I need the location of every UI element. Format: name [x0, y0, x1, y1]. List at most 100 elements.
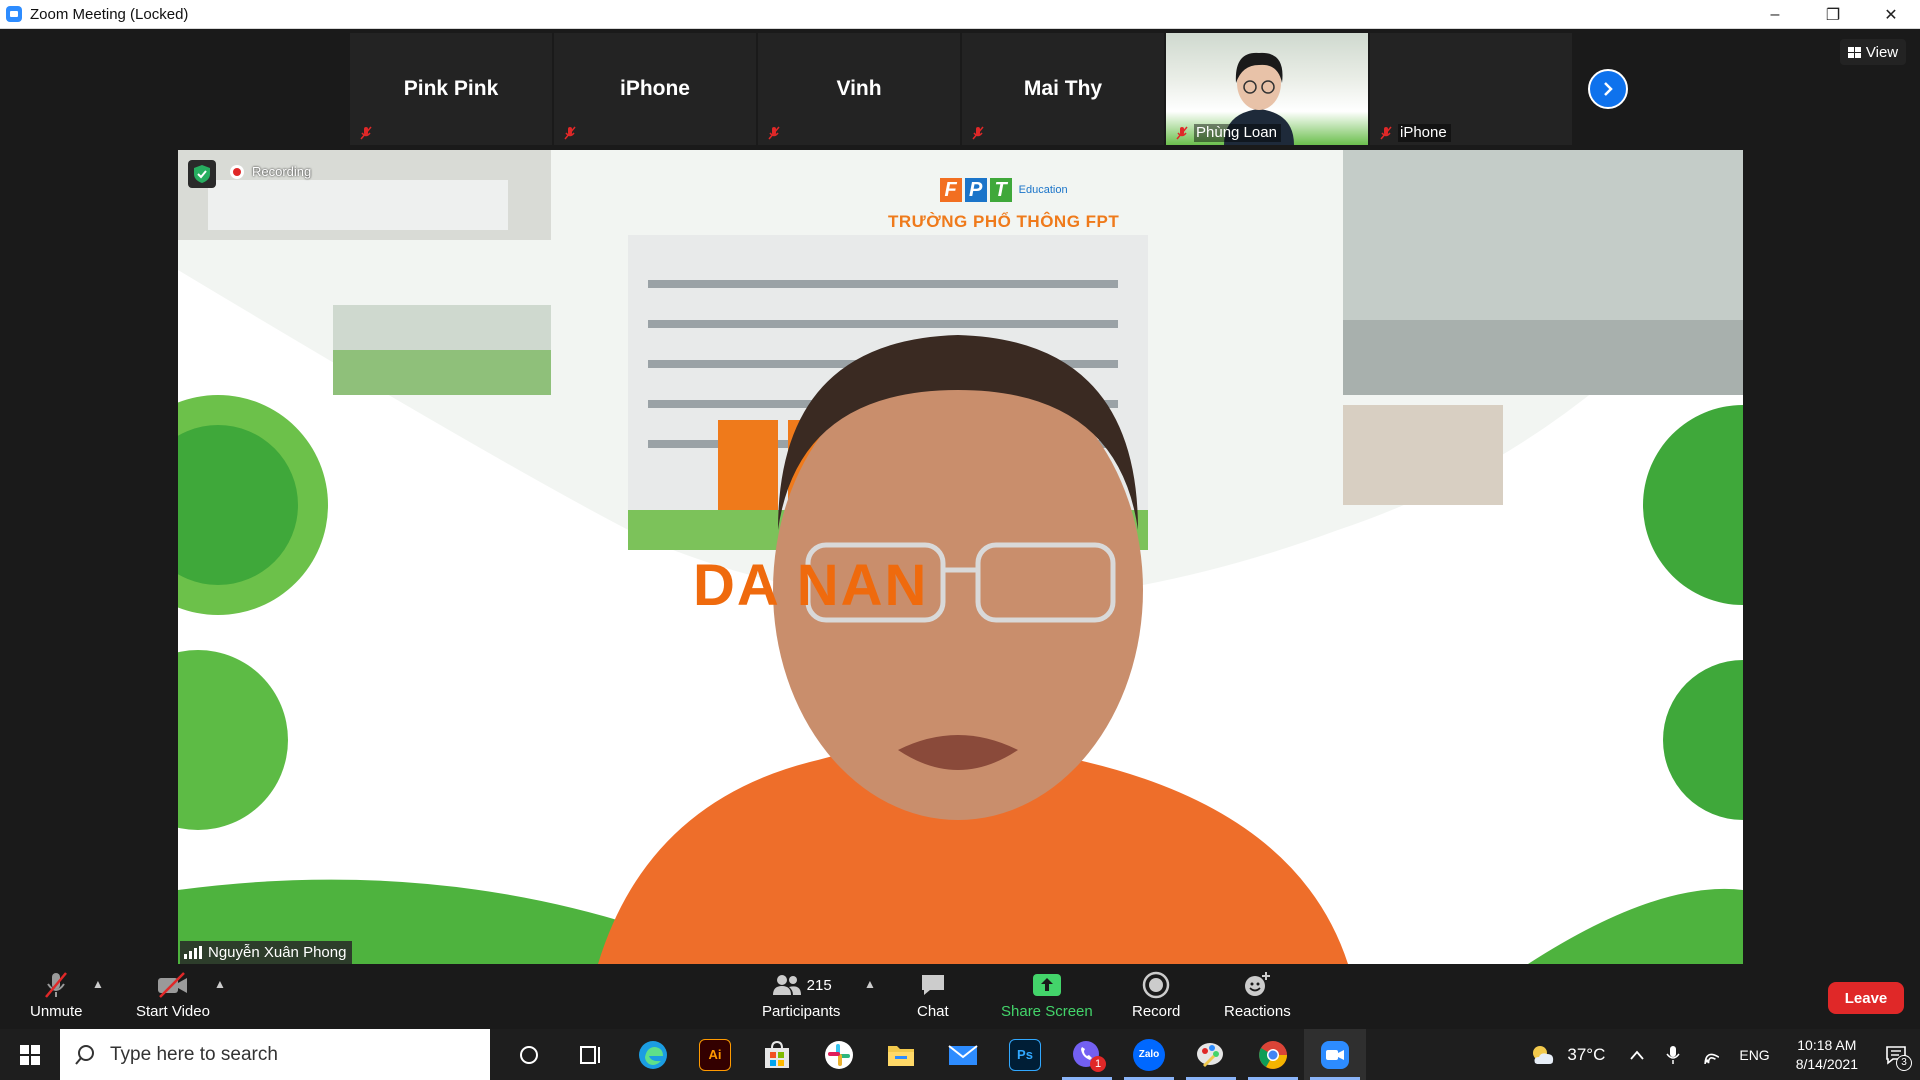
reactions-button[interactable]: Reactions — [1224, 969, 1291, 1020]
taskbar-paint[interactable] — [1180, 1029, 1242, 1080]
mail-icon — [948, 1044, 978, 1065]
notification-count: 3 — [1896, 1054, 1912, 1071]
participant-tile[interactable]: iPhone — [1370, 33, 1572, 145]
tray-overflow-button[interactable] — [1619, 1049, 1655, 1061]
logo-letter: P — [964, 178, 987, 202]
encryption-shield-icon[interactable] — [188, 160, 216, 188]
speaker-name-tag: Nguyễn Xuân Phong — [180, 941, 353, 964]
zoom-app: Zoom Meeting (Locked) – ❐ ✕ Pink Pink iP… — [0, 0, 1920, 1080]
muted-mic-icon — [564, 126, 576, 140]
view-button[interactable]: View — [1840, 39, 1906, 65]
participants-label: Participants — [762, 1003, 841, 1020]
action-center-button[interactable]: 3 — [1872, 1045, 1920, 1071]
wifi-icon — [1704, 1053, 1720, 1064]
close-button[interactable]: ✕ — [1862, 0, 1920, 29]
participant-tile[interactable]: Mai Thy — [962, 33, 1164, 145]
taskbar-search-input[interactable]: Type here to search — [60, 1029, 490, 1080]
share-screen-button[interactable]: Share Screen — [1001, 969, 1093, 1020]
participant-video-tile[interactable]: Phùng Loan — [1166, 33, 1368, 145]
reactions-label: Reactions — [1224, 1003, 1291, 1020]
windows-taskbar: Type here to search Ai Ps 1 Zalo 37°C EN… — [0, 1029, 1920, 1080]
clock-date: 8/14/2021 — [1795, 1055, 1858, 1072]
windows-logo-icon — [20, 1044, 40, 1065]
taskbar-zalo[interactable]: Zalo — [1118, 1029, 1180, 1080]
window-title: Zoom Meeting (Locked) — [30, 5, 189, 23]
taskbar-chrome[interactable] — [1242, 1029, 1304, 1080]
participant-label: Phùng Loan — [1194, 124, 1281, 142]
muted-mic-icon — [1176, 126, 1188, 140]
unmute-button[interactable]: Unmute — [30, 969, 83, 1020]
search-placeholder: Type here to search — [110, 1043, 278, 1065]
task-view-button[interactable] — [560, 1029, 622, 1080]
participant-tile[interactable]: Pink Pink — [350, 33, 552, 145]
cortana-icon — [520, 1045, 538, 1064]
zoom-app-icon — [6, 6, 22, 22]
minimize-button[interactable]: – — [1746, 0, 1804, 29]
participant-name: Pink Pink — [403, 77, 499, 100]
grid-icon — [1847, 46, 1861, 58]
title-bar: Zoom Meeting (Locked) – ❐ ✕ — [0, 0, 1920, 29]
logo-letter: F — [939, 178, 962, 202]
view-label: View — [1865, 43, 1899, 61]
muted-mic-icon — [768, 126, 780, 140]
video-off-icon — [157, 972, 187, 998]
taskbar-clock[interactable]: 10:18 AM 8/14/2021 — [1796, 1036, 1858, 1074]
paint-icon — [1197, 1042, 1223, 1067]
muted-mic-icon — [972, 126, 984, 140]
wifi-tray-button[interactable] — [1691, 1046, 1727, 1064]
participant-tile[interactable]: Vinh — [758, 33, 960, 145]
main-video[interactable]: F P T Education TRƯỜNG PHỔ THÔNG FPT DA … — [178, 150, 1743, 964]
record-button[interactable]: Record — [1132, 969, 1180, 1020]
cortana-button[interactable] — [498, 1029, 560, 1080]
video-options-caret-icon[interactable]: ▲ — [214, 977, 226, 991]
weather-widget[interactable] — [1525, 1043, 1561, 1067]
input-language[interactable]: ENG — [1739, 1047, 1769, 1063]
taskbar-edge[interactable] — [622, 1029, 684, 1080]
recording-dot-icon — [230, 164, 244, 179]
meeting-toolbar: Unmute ▲ Start Video ▲ 215 Participants … — [0, 965, 1920, 1029]
taskbar-viber[interactable]: 1 — [1056, 1029, 1118, 1080]
start-button[interactable] — [0, 1029, 60, 1080]
record-icon — [1142, 971, 1170, 999]
participant-count: 215 — [806, 976, 832, 994]
muted-mic-icon — [360, 126, 372, 140]
participant-name: Mai Thy — [1023, 77, 1103, 100]
record-label: Record — [1132, 1003, 1181, 1020]
start-video-label: Start Video — [136, 1003, 210, 1020]
taskbar-file-explorer[interactable] — [870, 1029, 932, 1080]
recording-indicator[interactable]: Recording — [230, 164, 311, 179]
participants-button[interactable]: 215 Participants — [762, 969, 840, 1020]
next-page-button[interactable] — [1588, 69, 1628, 109]
video-scene — [178, 150, 1743, 964]
share-screen-label: Share Screen — [1001, 1003, 1093, 1020]
taskbar-mail[interactable] — [932, 1029, 994, 1080]
fpt-logo: F P T Education — [939, 178, 1068, 202]
participant-tile[interactable]: iPhone — [554, 33, 756, 145]
taskbar-store[interactable] — [746, 1029, 808, 1080]
meeting-stage: Pink Pink iPhone Vinh Mai Thy Phùng Loan… — [0, 29, 1920, 965]
taskbar-zoom[interactable] — [1304, 1029, 1366, 1080]
start-video-button[interactable]: Start Video — [136, 969, 210, 1020]
participants-options-caret-icon[interactable]: ▲ — [864, 977, 876, 991]
taskbar-illustrator[interactable]: Ai — [684, 1029, 746, 1080]
chrome-icon — [1259, 1040, 1287, 1069]
school-name: TRƯỜNG PHỔ THÔNG FPT — [888, 212, 1120, 231]
weather-cloud-sun-icon — [1533, 1045, 1554, 1064]
illustrator-icon: Ai — [699, 1038, 731, 1071]
restore-button[interactable]: ❐ — [1804, 0, 1862, 29]
muted-mic-icon — [1380, 126, 1392, 140]
folder-icon — [888, 1045, 914, 1066]
system-tray: 37°C ENG 10:18 AM 8/14/2021 3 — [1525, 1029, 1920, 1080]
microphone-tray-button[interactable] — [1655, 1045, 1691, 1065]
microphone-icon — [1666, 1045, 1680, 1064]
chat-button[interactable]: Chat — [917, 969, 949, 1020]
taskbar-slack[interactable] — [808, 1029, 870, 1080]
viber-badge: 1 — [1090, 1056, 1106, 1072]
taskbar-photoshop[interactable]: Ps — [994, 1029, 1056, 1080]
clock-time: 10:18 AM — [1797, 1036, 1857, 1053]
participants-icon — [772, 975, 801, 995]
participant-name: Vinh — [836, 77, 882, 100]
leave-button[interactable]: Leave — [1828, 982, 1904, 1014]
reactions-icon — [1245, 972, 1271, 996]
audio-options-caret-icon[interactable]: ▲ — [92, 977, 104, 991]
